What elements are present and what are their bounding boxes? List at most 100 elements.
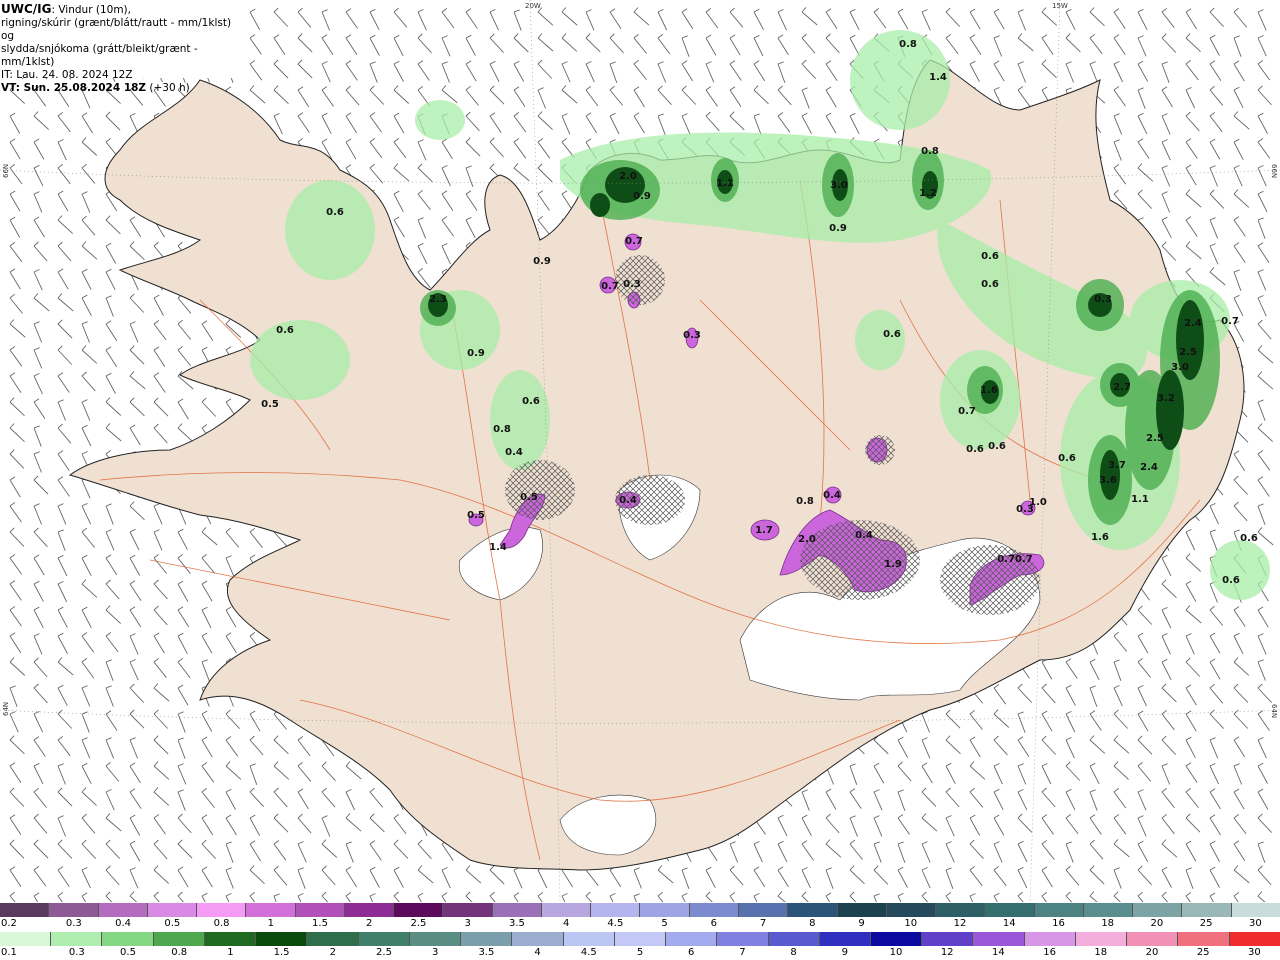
precip-label: 0.8 — [796, 496, 814, 507]
product-line1: : Vindur (10m), — [51, 4, 131, 16]
colorbar-swatch — [0, 903, 50, 917]
colorbar-label: 12 — [953, 918, 967, 929]
graticule-label-top-20w: 20W — [525, 2, 541, 10]
precip-label: 2.0 — [619, 171, 637, 182]
colorbar-swatch — [886, 903, 937, 917]
precip-label: 0.70.7 — [997, 554, 1032, 565]
precip-label: 2.7 — [1113, 382, 1131, 393]
colorbar-label: 12 — [940, 947, 954, 958]
precip-label: 0.7 — [601, 281, 619, 292]
precip-label: 0.8 — [493, 424, 511, 435]
precip-label: 2.5 — [1179, 347, 1197, 358]
precip-label: 0.8 — [921, 146, 939, 157]
precip-label: 1.6 — [980, 385, 998, 396]
precip-label: 2.5 — [1146, 433, 1164, 444]
precip-label: 0.3 — [623, 279, 641, 290]
colorbar-swatch — [768, 932, 820, 946]
colorbar-swatch — [1075, 932, 1128, 946]
colorbar-swatch — [51, 932, 103, 946]
precip-label: 0.6 — [1222, 575, 1240, 586]
colorbar-swatch — [666, 932, 718, 946]
precip-label: 0.3 — [683, 330, 701, 341]
colorbar-snow — [0, 903, 1280, 917]
colorbar-label: 16 — [1052, 918, 1065, 929]
graticule-label-top-15w: 15W — [1052, 2, 1068, 10]
colorbar-label: 0.2 — [1, 918, 17, 929]
colorbar-label: 0.5 — [164, 918, 181, 929]
weather-map: 20W 15W 66N 64N 66N 64N 0.8 1.4 2.0 0.9 … — [0, 0, 1280, 902]
colorbar-swatch — [492, 903, 542, 917]
precip-label: 0.6 — [1240, 533, 1258, 544]
precip-label: 0.4 — [505, 447, 523, 458]
colorbar-swatch — [512, 932, 564, 946]
colorbar-label: 18 — [1101, 918, 1115, 929]
colorbar-swatch — [1231, 903, 1280, 917]
precip-label: 0.4 — [619, 495, 637, 506]
precip-label: 1.1 — [1131, 494, 1149, 505]
precip-label: 2.0 — [798, 534, 816, 545]
colorbar-swatch — [591, 903, 641, 917]
colorbar-swatch — [256, 932, 308, 946]
colorbar-swatch — [973, 932, 1025, 946]
map-header: UWC/IG: Vindur (10m), rigning/skúrir (gr… — [0, 0, 240, 94]
colorbar-swatch — [1034, 903, 1084, 917]
precip-label: 0.5 — [520, 492, 538, 503]
colorbar-label: 30 — [1249, 918, 1262, 929]
colorbar-label: 4 — [562, 918, 570, 929]
colorbar-label: 3 — [432, 947, 439, 958]
graticule-label-right-64n: 64N — [1270, 704, 1278, 718]
colorbar-label: 3.5 — [478, 947, 495, 958]
precip-label: 3.7 — [1108, 460, 1126, 471]
precip-label: 1.7 — [755, 525, 773, 536]
precip-label: 0.9 — [633, 191, 651, 202]
colorbar-swatch — [541, 903, 592, 917]
graticule-label-left-64n: 64N — [2, 702, 10, 716]
colorbar-label: 0.8 — [213, 918, 230, 929]
colorbar-swatch — [0, 932, 52, 946]
colorbar-swatch — [870, 932, 923, 946]
colorbar-label: 0.4 — [115, 918, 132, 929]
colorbar-swatch — [1127, 932, 1179, 946]
colorbar-swatch — [344, 903, 395, 917]
colorbar-label: 1.5 — [273, 947, 290, 958]
colorbar-label: 0.3 — [65, 918, 82, 929]
colorbar-swatch — [102, 932, 154, 946]
colorbar-label: 6 — [688, 947, 695, 958]
colorbar-label: 14 — [992, 947, 1005, 958]
colorbar-label: 5 — [661, 918, 668, 929]
colorbar-swatch — [936, 903, 986, 917]
colorbar-label: 2.5 — [410, 918, 427, 929]
colorbar-swatch — [1083, 903, 1134, 917]
precip-label: 1.4 — [489, 542, 507, 553]
precip-label: 0.8 — [899, 39, 917, 50]
colorbar-swatch — [1229, 932, 1280, 946]
colorbar-label: 7 — [739, 947, 746, 958]
precip-label: 0.7 — [958, 406, 976, 417]
precip-label: 3.2 — [1157, 393, 1175, 404]
precip-label: 3.0 — [830, 180, 848, 191]
forecast-lead: (+30 h) — [146, 82, 190, 94]
colorbar-label: 25 — [1196, 947, 1210, 958]
colorbar-swatch — [819, 932, 871, 946]
colorbar-swatch — [1182, 903, 1232, 917]
colorbar-swatch — [717, 932, 769, 946]
product-line3: slydda/snjókoma (grátt/bleikt/grænt - mm… — [1, 43, 198, 68]
graticule-label-left-66n: 66N — [2, 164, 10, 178]
precip-label: 0.7 — [625, 236, 643, 247]
colorbar-swatch — [409, 932, 462, 946]
colorbar-swatch — [49, 903, 99, 917]
precip-label: 1.6 — [1091, 532, 1109, 543]
precip-label: 0.6 — [276, 325, 294, 336]
colorbar-label: 30 — [1248, 947, 1261, 958]
precip-label: 0.6 — [981, 279, 999, 290]
colorbar-swatch — [788, 903, 838, 917]
colorbar-swatch — [461, 932, 513, 946]
colorbar-label: 2.5 — [376, 947, 392, 958]
colorbar-label: 5 — [636, 947, 644, 958]
colorbar-label: 0.5 — [120, 947, 136, 958]
product-title: UWC/IG — [1, 2, 52, 16]
precip-label: 1.1 — [716, 178, 734, 189]
precip-label: 0.6 — [326, 207, 344, 218]
colorbar-swatch — [443, 903, 493, 917]
colorbar-rain — [0, 932, 1280, 946]
